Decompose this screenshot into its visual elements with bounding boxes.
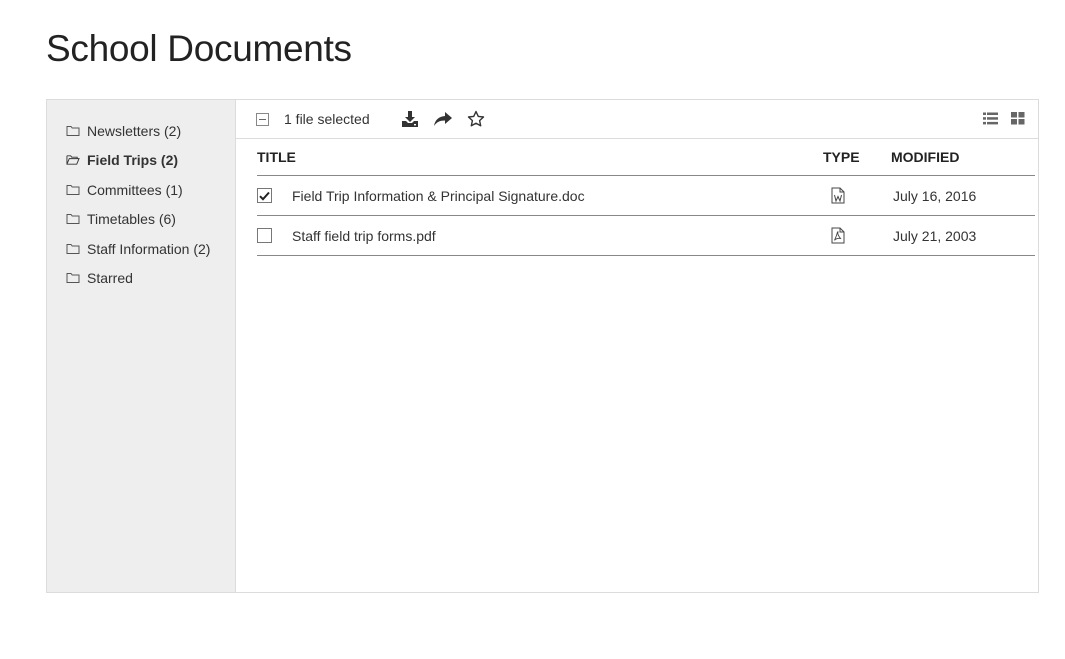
share-icon <box>433 112 452 126</box>
grid-view-icon <box>1011 111 1025 124</box>
column-header-title[interactable]: TITLE <box>257 138 823 176</box>
sidebar-item-label: Newsletters (2) <box>87 122 182 139</box>
sidebar-item-timetables[interactable]: Timetables (6) <box>47 205 235 235</box>
word-doc-icon <box>831 187 845 204</box>
grid-view-button[interactable] <box>1010 110 1026 126</box>
table-header-row: TITLE TYPE MODIFIED <box>257 138 1035 176</box>
file-title[interactable]: Staff field trip forms.pdf <box>292 215 823 256</box>
file-table: TITLE TYPE MODIFIED Field Trip Informati… <box>257 138 1035 256</box>
file-toolbar: 1 file selected <box>236 100 1038 139</box>
table-row[interactable]: Field Trip Information & Principal Signa… <box>257 175 1035 216</box>
column-header-modified[interactable]: MODIFIED <box>891 138 1035 176</box>
star-button[interactable] <box>466 109 486 129</box>
sidebar-item-label: Starred <box>87 270 133 287</box>
sidebar-item-field-trips[interactable]: Field Trips (2) <box>47 146 235 176</box>
sidebar-item-label: Timetables (6) <box>87 211 176 228</box>
folder-icon <box>66 273 80 284</box>
row-checkbox[interactable] <box>257 228 272 243</box>
pdf-icon <box>831 227 845 244</box>
folder-icon <box>66 125 80 136</box>
checkmark-icon <box>259 191 270 201</box>
file-list-area: 1 file selected TITLE TYPE MODIFIED Fiel… <box>236 100 1038 592</box>
view-toggles <box>982 110 1026 126</box>
folder-icon <box>66 243 80 254</box>
sidebar-item-label: Field Trips (2) <box>87 152 179 169</box>
download-button[interactable] <box>400 109 420 129</box>
sidebar-item-starred[interactable]: Starred <box>47 264 235 294</box>
table-row[interactable]: Staff field trip forms.pdf July 21, 2003 <box>257 215 1035 256</box>
row-checkbox[interactable] <box>257 188 272 203</box>
folder-open-icon <box>66 155 80 165</box>
column-header-type[interactable]: TYPE <box>823 138 891 176</box>
file-modified: July 16, 2016 <box>891 175 1035 216</box>
sidebar-item-committees[interactable]: Committees (1) <box>47 175 235 205</box>
list-view-button[interactable] <box>982 110 998 126</box>
selection-count: 1 file selected <box>284 111 370 127</box>
sidebar-item-label: Committees (1) <box>87 181 183 198</box>
documents-panel: Newsletters (2) Field Trips (2) Committe… <box>46 99 1039 593</box>
sidebar-item-label: Staff Information (2) <box>87 240 211 257</box>
select-all-checkbox[interactable] <box>256 112 269 126</box>
sidebar-item-newsletters[interactable]: Newsletters (2) <box>47 116 235 146</box>
file-title[interactable]: Field Trip Information & Principal Signa… <box>292 175 823 216</box>
share-button[interactable] <box>433 109 453 129</box>
page-title: School Documents <box>46 28 352 69</box>
folder-sidebar: Newsletters (2) Field Trips (2) Committe… <box>47 100 236 592</box>
list-view-icon <box>982 112 998 124</box>
download-icon <box>401 111 418 127</box>
sidebar-item-staff-information[interactable]: Staff Information (2) <box>47 234 235 264</box>
star-icon <box>467 110 484 127</box>
file-modified: July 21, 2003 <box>891 215 1035 256</box>
folder-icon <box>66 184 80 195</box>
folder-icon <box>66 214 80 225</box>
